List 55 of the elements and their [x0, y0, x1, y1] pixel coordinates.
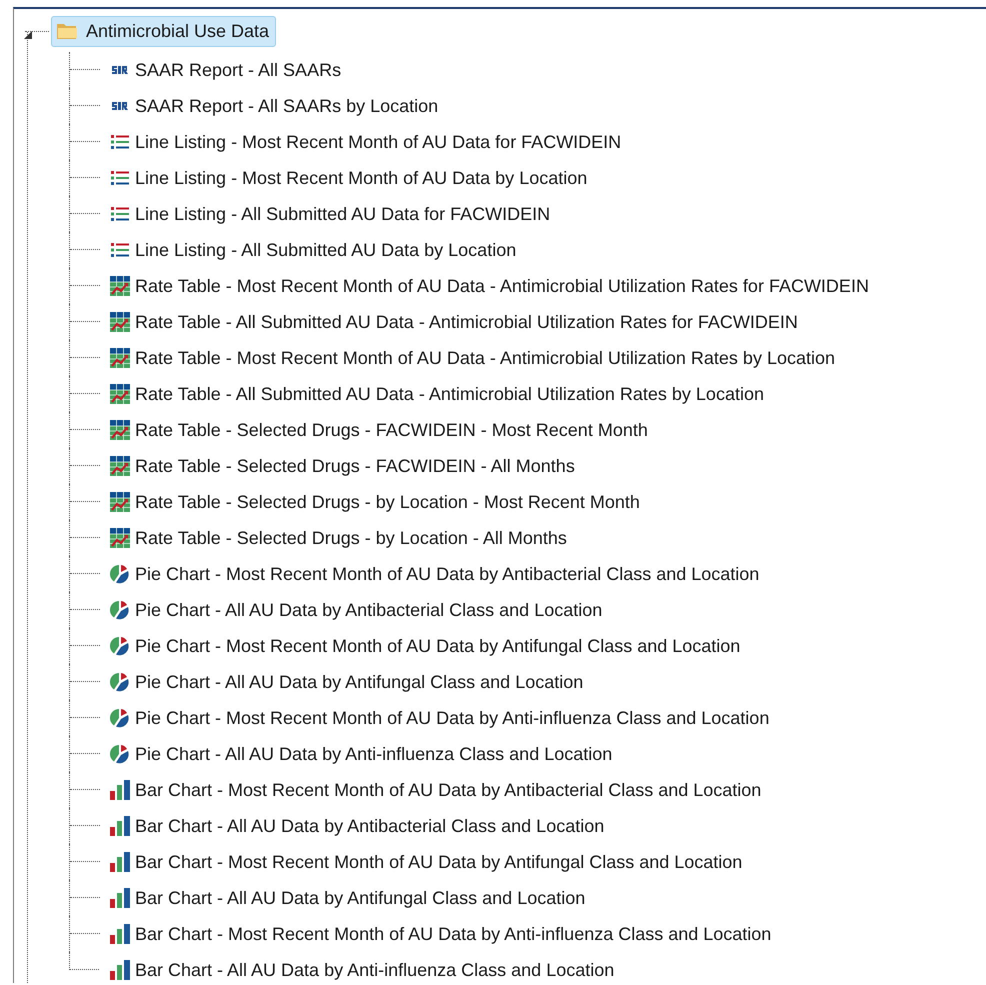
tree-item[interactable]: Line Listing - All Submitted AU Data for FACWIDEIN: [105, 200, 556, 228]
list-icon: [111, 170, 129, 186]
rate-table-icon: [110, 492, 130, 512]
tree-item[interactable]: Rate Table - All Submitted AU Data - Antimicrobial Utilization Rates for FACWIDEIN: [105, 308, 803, 336]
tree-item[interactable]: Bar Chart - All AU Data by Anti-influenza Class and Location: [105, 956, 620, 984]
rate-table-icon: [110, 312, 130, 332]
pie-chart-icon: [110, 672, 130, 692]
pie-chart-icon: [110, 564, 130, 584]
tree-item[interactable]: Bar Chart - All AU Data by Antibacterial Class and Location: [105, 812, 610, 840]
tree-item[interactable]: Bar Chart - All AU Data by Antifungal Class and Location: [105, 884, 590, 912]
tree-item[interactable]: Pie Chart - All AU Data by Antifungal Class and Location: [105, 668, 588, 696]
pie-chart-icon: [110, 636, 130, 656]
tree-item[interactable]: Pie Chart - All AU Data by Anti-influenza Class and Location: [105, 740, 618, 768]
tree-item[interactable]: Rate Table - All Submitted AU Data - Antimicrobial Utilization Rates by Location: [105, 380, 769, 408]
tree-item[interactable]: Bar Chart - Most Recent Month of AU Data by Anti-influenza Class and Location: [105, 920, 776, 948]
pie-chart-icon: [110, 600, 130, 620]
rate-table-icon: [110, 420, 130, 440]
list-icon: [111, 242, 129, 258]
rate-table-icon: [110, 456, 130, 476]
tree-item[interactable]: Line Listing - Most Recent Month of AU Data for FACWIDEIN: [105, 128, 626, 156]
pie-chart-icon: [110, 708, 130, 728]
tree-item[interactable]: Rate Table - Selected Drugs - by Location - Most Recent Month: [105, 488, 645, 516]
rate-table-icon: [110, 276, 130, 296]
tree-item[interactable]: Pie Chart - Most Recent Month of AU Data by Antibacterial Class and Location: [105, 560, 764, 588]
pie-chart-icon: [110, 744, 130, 764]
tree-item[interactable]: Rate Table - Selected Drugs - by Location - All Months: [105, 524, 572, 552]
tree-item[interactable]: Bar Chart - Most Recent Month of AU Data by Antibacterial Class and Location: [105, 776, 766, 804]
sir-icon: [111, 100, 129, 112]
tree-item[interactable]: Pie Chart - Most Recent Month of AU Data by Antifungal Class and Location: [105, 632, 746, 660]
bar-chart-icon: [110, 816, 130, 836]
tree-item[interactable]: Pie Chart - All AU Data by Antibacterial Class and Location: [105, 596, 608, 624]
tree-item[interactable]: Rate Table - Selected Drugs - FACWIDEIN - Most Recent Month: [105, 416, 653, 444]
bar-chart-icon: [110, 780, 130, 800]
bar-chart-icon: [110, 960, 130, 980]
tree-item[interactable]: Rate Table - Most Recent Month of AU Data - Antimicrobial Utilization Rates for FACWIDEIN: [105, 272, 874, 300]
collapse-arrow-icon[interactable]: [23, 30, 33, 40]
rate-table-icon: [110, 528, 130, 548]
list-icon: [111, 206, 129, 222]
bar-chart-icon: [110, 924, 130, 944]
sir-icon: [111, 64, 129, 76]
bar-chart-icon: [110, 852, 130, 872]
folder-icon: [56, 22, 78, 40]
tree-item[interactable]: SAAR Report - All SAARs: [105, 56, 346, 84]
list-icon: [111, 134, 129, 150]
tree-item[interactable]: Antimicrobial Use Data: [51, 16, 276, 46]
tree-item[interactable]: Rate Table - Most Recent Month of AU Data - Antimicrobial Utilization Rates by Location: [105, 344, 840, 372]
tree-item[interactable]: Line Listing - Most Recent Month of AU Data by Location: [105, 164, 592, 192]
bar-chart-icon: [110, 888, 130, 908]
tree-item[interactable]: SAAR Report - All SAARs by Location: [105, 92, 444, 120]
tree-item[interactable]: Rate Table - Selected Drugs - FACWIDEIN - All Months: [105, 452, 580, 480]
rate-table-icon: [110, 348, 130, 368]
tree-item[interactable]: Pie Chart - Most Recent Month of AU Data by Anti-influenza Class and Location: [105, 704, 774, 732]
tree-item[interactable]: Bar Chart - Most Recent Month of AU Data by Antifungal Class and Location: [105, 848, 748, 876]
rate-table-icon: [110, 384, 130, 404]
tree-item[interactable]: Line Listing - All Submitted AU Data by Location: [105, 236, 522, 264]
